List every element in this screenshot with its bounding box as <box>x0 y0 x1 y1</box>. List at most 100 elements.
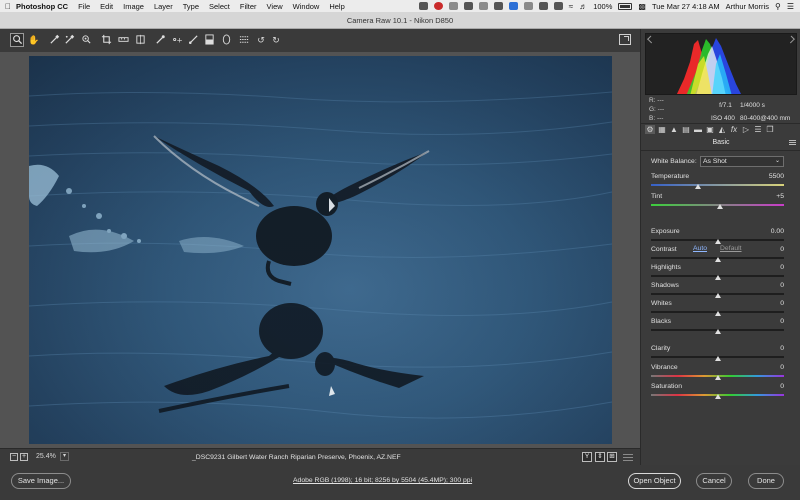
tint-slider-thumb[interactable] <box>717 204 724 209</box>
blacks-value[interactable]: 0 <box>780 318 784 325</box>
transform-tab-icon[interactable]: ◭ <box>717 125 727 134</box>
whites-slider-thumb[interactable] <box>714 311 721 316</box>
transform-tool-icon[interactable] <box>134 34 146 46</box>
split-toning-tab-icon[interactable]: ▬ <box>693 125 703 134</box>
preview-canvas[interactable] <box>0 52 640 448</box>
volume-icon[interactable]: ♬ <box>579 2 587 11</box>
menu-view[interactable]: View <box>267 2 283 11</box>
battery-icon[interactable] <box>618 2 633 10</box>
shadows-slider[interactable]: Shadows 0 <box>651 282 784 298</box>
temperature-value[interactable]: 5500 <box>769 173 784 180</box>
rotate-ccw-icon[interactable]: ↺ <box>255 34 267 46</box>
rotate-cw-icon[interactable]: ↻ <box>270 34 282 46</box>
whites-slider[interactable]: Whites 0 <box>651 300 784 316</box>
tint-slider[interactable]: Tint +5 <box>651 193 784 209</box>
zoom-tool-icon[interactable] <box>10 33 24 47</box>
temperature-slider-thumb[interactable] <box>694 184 701 189</box>
open-object-button[interactable]: Open Object <box>628 473 681 489</box>
zoom-dropdown-icon[interactable]: ▾ <box>60 452 69 461</box>
tint-value[interactable]: +5 <box>776 193 784 200</box>
menu-select[interactable]: Select <box>209 2 230 11</box>
white-balance-tool-icon[interactable] <box>48 34 60 46</box>
user-name[interactable]: Arthur Morris <box>726 2 769 11</box>
status-app-icon[interactable] <box>463 2 473 10</box>
menu-image[interactable]: Image <box>123 2 144 11</box>
saturation-slider-thumb[interactable] <box>714 394 721 399</box>
zoom-out-button[interactable]: − <box>10 453 18 461</box>
status-app-icon[interactable] <box>478 2 488 10</box>
status-app-icon[interactable] <box>493 2 503 10</box>
status-app-icon[interactable] <box>433 2 443 10</box>
zoom-level[interactable]: 25.4% <box>36 453 56 460</box>
split-view-button[interactable]: ⊞ <box>607 452 617 462</box>
menu-app-name[interactable]: Photoshop CC <box>16 2 68 11</box>
spot-removal-tool-icon[interactable] <box>154 34 166 46</box>
blacks-slider-thumb[interactable] <box>714 329 721 334</box>
saturation-slider[interactable]: Saturation 0 <box>651 383 784 399</box>
shadows-slider-thumb[interactable] <box>714 293 721 298</box>
cancel-button[interactable]: Cancel <box>696 473 732 489</box>
menu-help[interactable]: Help <box>329 2 344 11</box>
auto-link[interactable]: Auto <box>693 245 707 252</box>
basic-tab-icon[interactable]: ⚙ <box>645 125 655 134</box>
status-app-icon[interactable] <box>553 2 563 10</box>
save-image-button[interactable]: Save Image... <box>11 473 71 489</box>
vibrance-slider[interactable]: Vibrance 0 <box>651 364 784 380</box>
zoom-in-button[interactable]: + <box>20 453 28 461</box>
battery-percent[interactable]: 100% <box>593 2 612 11</box>
shadows-value[interactable]: 0 <box>780 282 784 289</box>
apple-menu-icon[interactable]:  <box>0 2 16 11</box>
blacks-slider[interactable]: Blacks 0 <box>651 318 784 334</box>
camera-calibration-tab-icon[interactable]: ▷ <box>741 125 751 134</box>
menu-layer[interactable]: Layer <box>154 2 173 11</box>
highlights-slider-thumb[interactable] <box>714 275 721 280</box>
default-link[interactable]: Default <box>720 245 742 252</box>
clarity-slider-thumb[interactable] <box>714 356 721 361</box>
detail-tab-icon[interactable]: ▲ <box>669 125 679 134</box>
vibrance-value[interactable]: 0 <box>780 364 784 371</box>
hsl-tab-icon[interactable]: ▤ <box>681 125 691 134</box>
panel-menu-icon[interactable] <box>789 140 796 146</box>
menu-window[interactable]: Window <box>293 2 320 11</box>
fullscreen-toggle-icon[interactable] <box>619 34 631 45</box>
temperature-slider[interactable]: Temperature 5500 <box>651 173 784 189</box>
workflow-options-link[interactable]: Adobe RGB (1998); 16 bit; 8256 by 5504 (… <box>293 477 472 484</box>
clarity-value[interactable]: 0 <box>780 345 784 352</box>
menu-type[interactable]: Type <box>183 2 199 11</box>
tone-curve-tab-icon[interactable]: ▦ <box>657 125 667 134</box>
swap-view-button[interactable]: ⇕ <box>595 452 605 462</box>
adjustment-brush-tool-icon[interactable] <box>187 34 199 46</box>
input-source-icon[interactable]: ▩ <box>638 2 646 11</box>
highlights-value[interactable]: 0 <box>780 264 784 271</box>
crop-tool-icon[interactable] <box>100 34 112 46</box>
exposure-slider[interactable]: Exposure 0.00 <box>651 228 784 244</box>
white-balance-select[interactable]: As Shot ⌄ <box>700 156 784 167</box>
graduated-filter-tool-icon[interactable] <box>203 34 215 46</box>
saturation-value[interactable]: 0 <box>780 383 784 390</box>
notification-center-icon[interactable]: ☰ <box>787 2 794 11</box>
temperature-track[interactable] <box>651 184 784 186</box>
status-app-icon[interactable] <box>448 2 458 10</box>
vibrance-slider-thumb[interactable] <box>714 375 721 380</box>
photo-preview[interactable] <box>29 56 612 444</box>
exposure-slider-thumb[interactable] <box>714 239 721 244</box>
straighten-tool-icon[interactable] <box>117 34 129 46</box>
exposure-value[interactable]: 0.00 <box>771 228 784 235</box>
menu-filter[interactable]: Filter <box>240 2 257 11</box>
done-button[interactable]: Done <box>748 473 784 489</box>
before-after-view-button[interactable]: Y <box>582 452 592 462</box>
preview-preferences-icon[interactable] <box>623 452 633 462</box>
highlights-slider[interactable]: Highlights 0 <box>651 264 784 280</box>
hand-tool-icon[interactable]: ✋ <box>28 34 40 46</box>
wifi-icon[interactable]: ≈ <box>569 2 573 11</box>
snapshots-tab-icon[interactable]: ❐ <box>765 125 775 134</box>
lens-corrections-tab-icon[interactable]: ▣ <box>705 125 715 134</box>
status-app-icon[interactable] <box>523 2 533 10</box>
presets-tab-icon[interactable]: ☰ <box>753 125 763 134</box>
menu-file[interactable]: File <box>78 2 90 11</box>
status-app-icon[interactable] <box>508 2 518 10</box>
whites-value[interactable]: 0 <box>780 300 784 307</box>
contrast-slider-thumb[interactable] <box>714 257 721 262</box>
effects-tab-icon[interactable]: fx <box>729 125 739 134</box>
clock[interactable]: Tue Mar 27 4:18 AM <box>652 2 720 11</box>
